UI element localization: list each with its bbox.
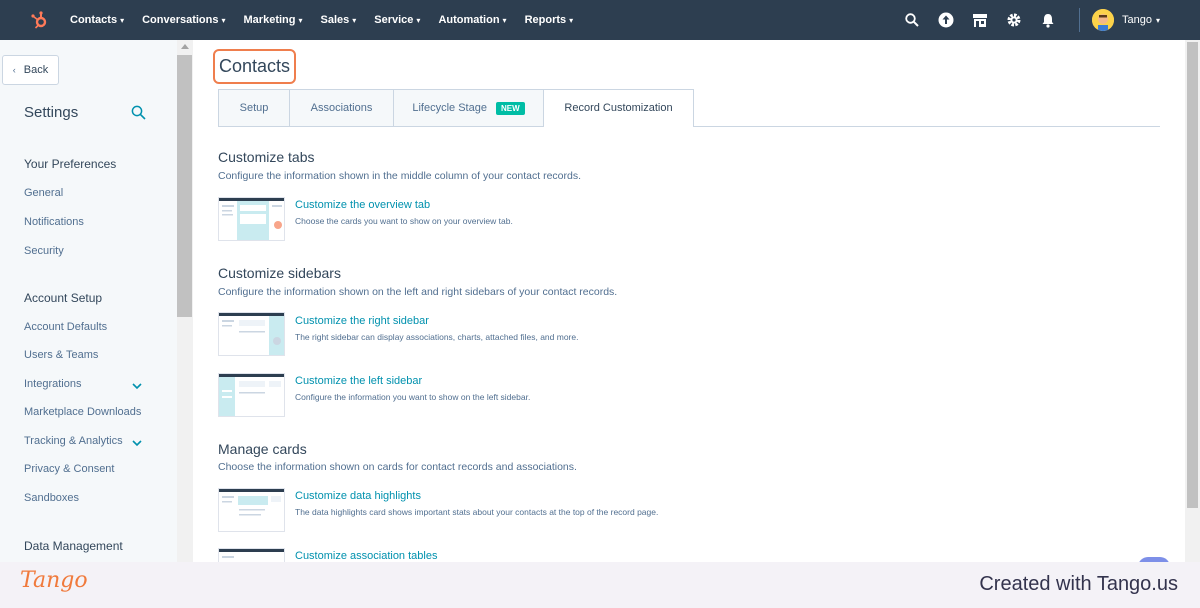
sidebar-item-sandboxes[interactable]: Sandboxes bbox=[24, 492, 79, 504]
right-sidebar-thumbnail bbox=[218, 312, 285, 356]
nav-automation[interactable]: Automation ▾ bbox=[438, 14, 506, 26]
data-highlights-thumbnail bbox=[218, 488, 285, 532]
customize-right-sidebar-link[interactable]: Customize the right sidebar bbox=[295, 315, 429, 327]
chevron-down-icon: ▾ bbox=[352, 15, 357, 25]
sidebar-item-account-defaults[interactable]: Account Defaults bbox=[24, 321, 107, 333]
tab-setup[interactable]: Setup bbox=[218, 89, 290, 127]
chevron-down-icon[interactable] bbox=[131, 379, 143, 391]
section-title: Customize tabs bbox=[218, 149, 315, 165]
search-icon[interactable] bbox=[895, 0, 929, 40]
upgrade-icon[interactable] bbox=[929, 0, 963, 40]
sidebar-item-security[interactable]: Security bbox=[24, 245, 64, 257]
sidebar-item-integrations[interactable]: Integrations bbox=[24, 378, 81, 390]
customize-data-highlights-link[interactable]: Customize data highlights bbox=[295, 490, 421, 502]
account-menu[interactable]: Tango ▾ bbox=[1092, 9, 1160, 31]
section-data-management: Data Management bbox=[24, 539, 123, 553]
chevron-down-icon: ▾ bbox=[416, 15, 421, 25]
bell-icon[interactable] bbox=[1031, 0, 1065, 40]
nav-sales[interactable]: Sales ▾ bbox=[321, 14, 357, 26]
sidebar-item-marketplace-downloads[interactable]: Marketplace Downloads bbox=[24, 406, 141, 418]
settings-sidebar: ‹ Back Settings Your Preferences General… bbox=[0, 40, 177, 562]
section-description: Choose the information shown on cards fo… bbox=[218, 461, 577, 473]
tango-footer: Tango Created with Tango.us bbox=[0, 562, 1200, 608]
gear-icon[interactable] bbox=[997, 0, 1031, 40]
chevron-left-icon: ‹ bbox=[12, 65, 16, 75]
new-badge: NEW bbox=[495, 101, 525, 115]
chevron-down-icon: ▾ bbox=[120, 15, 125, 25]
nav-conversations[interactable]: Conversations ▾ bbox=[142, 14, 225, 26]
item-description: Choose the cards you want to show on you… bbox=[295, 216, 513, 226]
hubspot-logo-icon[interactable] bbox=[28, 8, 52, 32]
sidebar-item-users-teams[interactable]: Users & Teams bbox=[24, 349, 98, 361]
sidebar-item-notifications[interactable]: Notifications bbox=[24, 216, 84, 228]
sidebar-item-tracking-analytics[interactable]: Tracking & Analytics bbox=[24, 435, 123, 447]
tango-credit: Created with Tango.us bbox=[979, 573, 1178, 595]
tab-associations[interactable]: Associations bbox=[290, 89, 394, 127]
search-icon[interactable] bbox=[131, 105, 147, 121]
tab-bar: Setup Associations Lifecycle Stage NEW Re… bbox=[218, 89, 694, 127]
nav-service[interactable]: Service ▾ bbox=[374, 14, 420, 26]
association-tables-thumbnail bbox=[218, 548, 285, 562]
tab-record-customization[interactable]: Record Customization bbox=[544, 89, 694, 127]
chevron-down-icon: ▾ bbox=[298, 15, 303, 25]
back-button[interactable]: ‹ Back bbox=[2, 55, 59, 85]
settings-title: Settings bbox=[24, 104, 79, 121]
scroll-up-arrow-icon[interactable] bbox=[181, 44, 189, 49]
section-title: Customize sidebars bbox=[218, 265, 341, 281]
chevron-down-icon: ▾ bbox=[1155, 15, 1160, 25]
section-description: Configure the information shown on the l… bbox=[218, 286, 618, 298]
avatar bbox=[1092, 9, 1114, 31]
section-your-preferences: Your Preferences bbox=[24, 157, 117, 171]
nav-contacts[interactable]: Contacts ▾ bbox=[70, 14, 124, 26]
sidebar-item-privacy-consent[interactable]: Privacy & Consent bbox=[24, 463, 114, 475]
overview-tab-thumbnail bbox=[218, 197, 285, 241]
sidebar-item-general[interactable]: General bbox=[24, 187, 63, 199]
customize-left-sidebar-link[interactable]: Customize the left sidebar bbox=[295, 375, 422, 387]
nav-marketing[interactable]: Marketing ▾ bbox=[244, 14, 303, 26]
sidebar-scrollbar-thumb[interactable] bbox=[177, 55, 192, 317]
section-description: Configure the information shown in the m… bbox=[218, 170, 582, 182]
section-title: Manage cards bbox=[218, 441, 307, 457]
tab-lifecycle-stage[interactable]: Lifecycle Stage NEW bbox=[394, 89, 544, 127]
page-scrollbar-thumb[interactable] bbox=[1187, 42, 1198, 508]
chevron-down-icon: ▾ bbox=[502, 15, 507, 25]
main-content: Contacts Setup Associations Lifecycle St… bbox=[193, 40, 1185, 562]
tab-divider bbox=[693, 126, 1160, 127]
chevron-down-icon: ▾ bbox=[569, 15, 574, 25]
item-description: The data highlights card shows important… bbox=[295, 507, 659, 517]
item-description: Configure the information you want to sh… bbox=[295, 392, 531, 402]
left-sidebar-thumbnail bbox=[218, 373, 285, 417]
chevron-down-icon: ▾ bbox=[221, 15, 226, 25]
item-description: The right sidebar can display associatio… bbox=[295, 332, 579, 342]
page-title: Contacts bbox=[213, 49, 297, 84]
account-name: Tango bbox=[1122, 14, 1152, 26]
section-account-setup: Account Setup bbox=[24, 291, 103, 305]
nav-divider bbox=[1079, 8, 1080, 32]
customize-overview-tab-link[interactable]: Customize the overview tab bbox=[295, 199, 430, 211]
chevron-down-icon[interactable] bbox=[131, 436, 143, 448]
customize-association-tables-link[interactable]: Customize association tables bbox=[295, 550, 437, 562]
marketplace-icon[interactable] bbox=[963, 0, 997, 40]
tango-logo: Tango bbox=[20, 568, 88, 593]
nav-reports[interactable]: Reports ▾ bbox=[525, 14, 574, 26]
top-navigation: Contacts ▾ Conversations ▾ Marketing ▾ Sale… bbox=[0, 0, 1200, 40]
